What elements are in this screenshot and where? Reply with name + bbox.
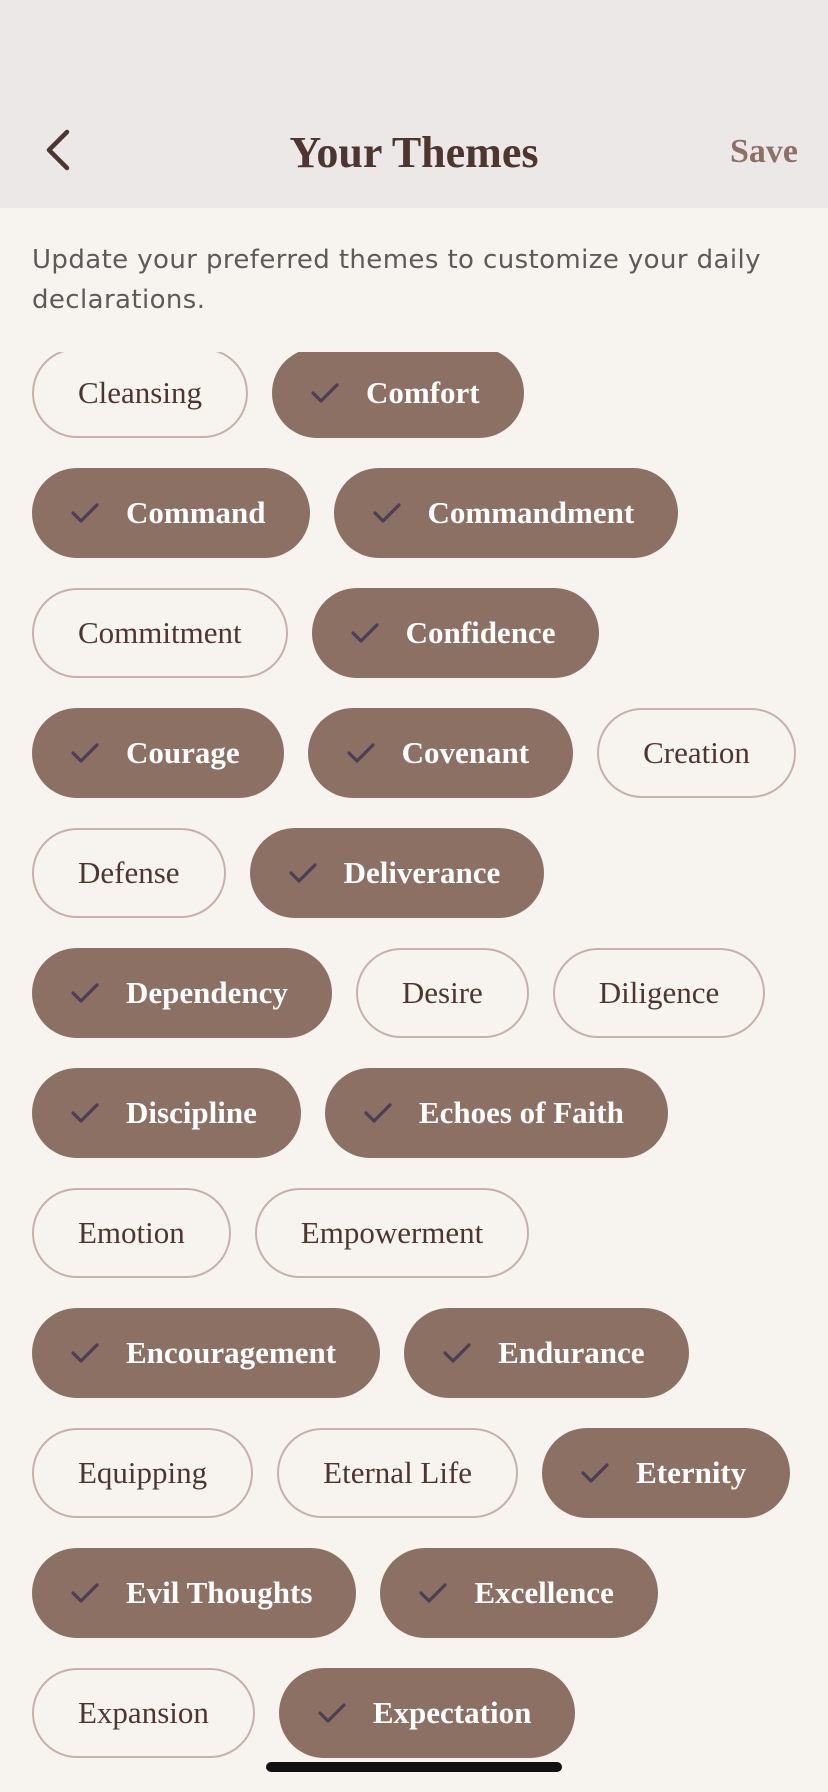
theme-chip-label: Courage bbox=[126, 735, 240, 770]
theme-chip[interactable]: Expansion bbox=[32, 1668, 255, 1758]
theme-chip[interactable]: Defense bbox=[32, 828, 226, 918]
theme-chip[interactable]: Cleansing bbox=[32, 352, 248, 438]
theme-chip-label: Echoes of Faith bbox=[418, 1095, 624, 1130]
checkmark-icon bbox=[442, 1337, 474, 1369]
theme-chip[interactable]: Empowerment bbox=[254, 1188, 530, 1278]
theme-chip[interactable]: Creation bbox=[597, 708, 796, 798]
theme-chip-label: Eternal Life bbox=[323, 1455, 473, 1490]
theme-chip[interactable]: Emotion bbox=[32, 1188, 231, 1278]
theme-chip-label: Diligence bbox=[598, 975, 720, 1010]
theme-chip-label: Dependency bbox=[126, 975, 288, 1010]
theme-chip-label: Confidence bbox=[405, 615, 556, 650]
theme-chip-label: Deliverance bbox=[343, 855, 501, 890]
home-indicator bbox=[266, 1762, 562, 1772]
checkmark-icon bbox=[70, 737, 102, 769]
theme-chip-label: Encouragement bbox=[126, 1335, 337, 1370]
page-description: Update your preferred themes to customiz… bbox=[32, 245, 761, 315]
theme-chip[interactable]: Comfort bbox=[272, 352, 524, 438]
page-title: Your Themes bbox=[289, 128, 539, 177]
checkmark-icon bbox=[580, 1457, 612, 1489]
theme-chip-label: Command bbox=[126, 495, 266, 530]
theme-chip[interactable]: Courage bbox=[32, 708, 284, 798]
theme-chip[interactable]: Endurance bbox=[404, 1308, 689, 1398]
theme-chip[interactable]: Covenant bbox=[307, 708, 574, 798]
checkmark-icon bbox=[363, 1097, 395, 1129]
theme-chip-label: Evil Thoughts bbox=[126, 1575, 313, 1610]
theme-chip[interactable]: Commandment bbox=[333, 468, 679, 558]
theme-chip[interactable]: Confidence bbox=[311, 588, 600, 678]
checkmark-icon bbox=[70, 977, 102, 1009]
checkmark-icon bbox=[346, 737, 378, 769]
theme-chip[interactable]: Deliverance bbox=[249, 828, 545, 918]
nav-header: Your Themes Save bbox=[0, 0, 828, 208]
theme-chip-label: Expectation bbox=[372, 1695, 532, 1730]
theme-chip-label: Desire bbox=[401, 975, 483, 1010]
save-button[interactable]: Save bbox=[730, 128, 798, 176]
theme-chip[interactable]: Encouragement bbox=[32, 1308, 381, 1398]
checkmark-icon bbox=[310, 377, 342, 409]
theme-chip[interactable]: Desire bbox=[355, 948, 529, 1038]
checkmark-icon bbox=[372, 497, 404, 529]
theme-chip[interactable]: Diligence bbox=[552, 948, 766, 1038]
theme-chip[interactable]: Equipping bbox=[32, 1428, 254, 1518]
theme-chip-label: Excellence bbox=[474, 1575, 614, 1610]
checkmark-icon bbox=[418, 1577, 450, 1609]
theme-chip-list: Cleansing Comfort Command Commandment Commit… bbox=[32, 352, 802, 1758]
theme-chip-label: Endurance bbox=[498, 1335, 645, 1370]
checkmark-icon bbox=[70, 1337, 102, 1369]
theme-chip-label: Creation bbox=[643, 735, 750, 770]
checkmark-icon bbox=[70, 1097, 102, 1129]
theme-chip-label: Empowerment bbox=[300, 1215, 484, 1250]
theme-chip-label: Defense bbox=[78, 855, 180, 890]
theme-chip-label: Emotion bbox=[78, 1215, 185, 1250]
theme-chip-label: Commitment bbox=[78, 615, 242, 650]
theme-chip[interactable]: Evil Thoughts bbox=[32, 1548, 357, 1638]
checkmark-icon bbox=[288, 857, 320, 889]
theme-chip[interactable]: Commitment bbox=[32, 588, 288, 678]
theme-chip-label: Covenant bbox=[401, 735, 530, 770]
theme-chip[interactable]: Dependency bbox=[32, 948, 332, 1038]
theme-chip[interactable]: Eternity bbox=[542, 1428, 791, 1518]
theme-chip-label: Expansion bbox=[78, 1695, 209, 1730]
checkmark-icon bbox=[317, 1697, 349, 1729]
theme-chip[interactable]: Discipline bbox=[32, 1068, 301, 1158]
theme-chip[interactable]: Echoes of Faith bbox=[324, 1068, 668, 1158]
checkmark-icon bbox=[70, 1577, 102, 1609]
checkmark-icon bbox=[70, 497, 102, 529]
theme-chip[interactable]: Expectation bbox=[278, 1668, 576, 1758]
theme-chip-label: Equipping bbox=[78, 1455, 208, 1490]
themes-scroll-area[interactable]: Cleansing Comfort Command Commandment Commit… bbox=[0, 352, 828, 1792]
theme-chip[interactable]: Command bbox=[32, 468, 310, 558]
theme-chip[interactable]: Eternal Life bbox=[277, 1428, 519, 1518]
checkmark-icon bbox=[350, 617, 382, 649]
theme-chip-label: Discipline bbox=[126, 1095, 257, 1130]
theme-chip-label: Comfort bbox=[366, 375, 480, 410]
theme-chip[interactable]: Excellence bbox=[380, 1548, 658, 1638]
theme-chip-label: Eternity bbox=[636, 1455, 747, 1490]
theme-chip-label: Commandment bbox=[427, 495, 635, 530]
theme-chip-label: Cleansing bbox=[78, 375, 202, 410]
